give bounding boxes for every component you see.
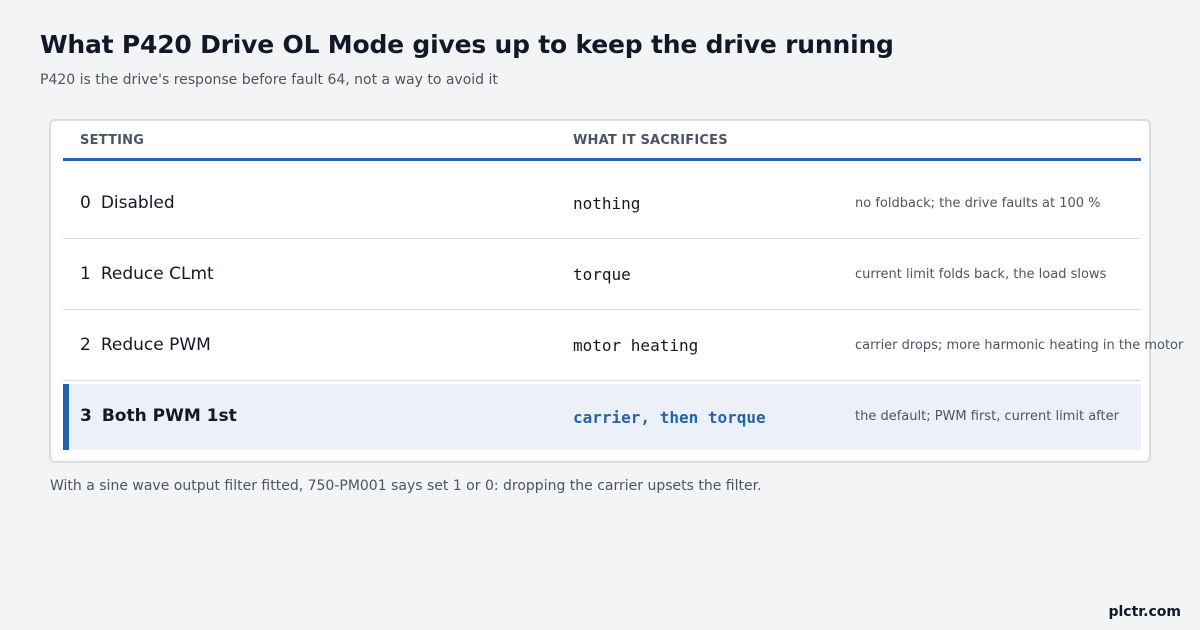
table-header: SETTING WHAT IT SACRIFICES	[63, 121, 1141, 161]
setting-label: Disabled	[100, 193, 175, 213]
settings-table: SETTING WHAT IT SACRIFICES 0 Disabled not…	[49, 119, 1183, 463]
column-header-sacrifice: WHAT IT SACRIFICES	[573, 133, 728, 148]
setting-cell: 2 Reduce PWM	[80, 335, 211, 355]
setting-number: 3	[80, 406, 92, 426]
table-row: 2 Reduce PWM motor heating carrier drops;…	[63, 310, 1183, 381]
note-cell: current limit folds back, the load slows	[855, 267, 1107, 282]
setting-number: 0	[80, 193, 91, 213]
note-cell: no foldback; the drive faults at 100 %	[855, 196, 1101, 211]
setting-cell: 3 Both PWM 1st	[80, 406, 237, 426]
column-header-setting: SETTING	[80, 133, 145, 148]
setting-cell: 1 Reduce CLmt	[80, 264, 214, 284]
page: What P420 Drive OL Mode gives up to keep…	[0, 0, 1200, 630]
sacrifice-cell: torque	[573, 265, 631, 284]
setting-number: 2	[80, 335, 91, 355]
page-subtitle: P420 is the drive's response before faul…	[40, 72, 498, 88]
setting-number: 1	[80, 264, 91, 284]
setting-label: Reduce PWM	[100, 335, 211, 355]
page-title: What P420 Drive OL Mode gives up to keep…	[40, 30, 894, 59]
note-cell: carrier drops; more harmonic heating in …	[855, 338, 1184, 353]
footnote: With a sine wave output filter fitted, 7…	[50, 478, 762, 494]
setting-label: Reduce CLmt	[100, 264, 214, 284]
sacrifice-cell: carrier, then torque	[573, 408, 766, 427]
sacrifice-cell: motor heating	[573, 336, 699, 355]
table-row: 0 Disabled nothing no foldback; the drive…	[63, 168, 1141, 239]
sacrifice-cell: nothing	[573, 194, 641, 213]
setting-label: Both PWM 1st	[101, 406, 237, 426]
table-row: 1 Reduce CLmt torque current limit folds …	[63, 239, 1141, 310]
note-cell: the default; PWM first, current limit af…	[855, 409, 1119, 424]
setting-cell: 0 Disabled	[80, 193, 175, 213]
table-row-highlighted: 3 Both PWM 1st carrier, then torque the d…	[63, 384, 1141, 450]
brand-link[interactable]: plctr.com	[1108, 604, 1181, 620]
